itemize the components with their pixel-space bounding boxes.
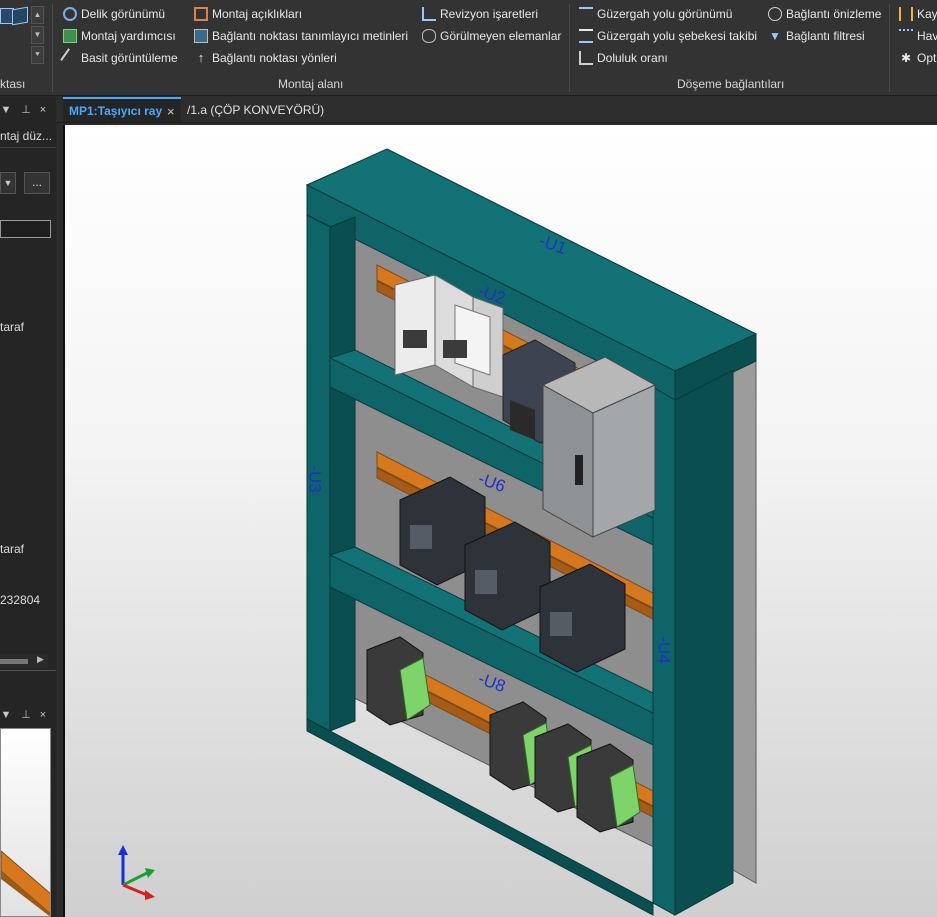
route-network-tracking-button[interactable]: Güzergah yolu şebekesi takibi [579,27,757,45]
axis-triad [118,845,155,900]
preview-menu-icon[interactable]: ▼ [0,709,12,721]
ribbon: ▲ ▼ ⯆ ktası Delik görünümü Montaj yardım… [0,0,937,96]
mounting-assistant-icon [63,29,77,43]
revision-marks-button[interactable]: Revizyon işaretleri [422,5,538,23]
connection-preview-button[interactable]: Bağlantı önizleme [768,5,881,23]
options-icon: ✱ [900,51,912,65]
panel-close-icon[interactable]: × [37,104,49,116]
connection-point-direction-button[interactable]: ↑ Bağlantı noktası yönleri [194,49,337,67]
panel-dropdown[interactable]: ▼ [0,172,16,194]
group-1-label: ktası [0,77,26,91]
label-u3: -U3 [305,465,325,493]
kay-icon [899,7,913,21]
connection-preview-icon [768,7,782,21]
connection-point-designation-icon [194,29,208,43]
group-5-label: Döşeme bağlantıları [677,77,785,91]
rail-preview-image [1,850,50,916]
preview-panel-header: ▼ ⊥ × [0,705,56,725]
mounting-openings-button[interactable]: Montaj açıklıkları [194,5,302,23]
panel-search-field[interactable] [0,220,51,238]
tab-conveyor-page[interactable]: /1.a (ÇÖP KONVEYÖRÜ) [187,97,324,122]
panel-row-number: 232804 [0,593,41,607]
panel-horizontal-scrollbar[interactable]: ▶ [0,654,48,668]
simple-display-button[interactable]: Basit görüntüleme [60,48,178,68]
route-view-icon [579,7,593,21]
preview-viewport[interactable] [0,728,51,917]
panel-row-side: taraf [0,320,25,334]
revision-marks-icon [422,7,436,21]
connection-point-designation-button[interactable]: Bağlantı noktası tanımlayıcı metinleri [194,27,408,45]
tab-mounting-panel-label: MP1:Taşıyıcı ray [69,103,163,118]
mounting-openings-icon [194,7,208,21]
ribbon-item-opt[interactable]: ✱ Opt [899,49,936,67]
preview-close-icon[interactable]: × [37,709,49,721]
panel-title: ntaj düz... [0,129,53,143]
label-u4: -U4 [654,636,674,664]
hole-view-button[interactable]: Delik görünümü [63,5,165,23]
pin-icon[interactable]: ⊥ [20,104,32,116]
hidden-elements-button[interactable]: Görülmeyen elemanlar [422,27,561,45]
cabinet-3d-model [118,148,758,916]
ribbon-item-kay[interactable]: Kay [899,5,937,23]
document-tab-bar: ▼ ⊥ × MP1:Taşıyıcı ray × /1.a (ÇÖP KONVE… [0,97,937,123]
power-supply [541,356,657,538]
simple-display-icon [60,48,80,68]
tab-conveyor-page-label: /1.a (ÇÖP KONVEYÖRÜ) [187,102,325,117]
panel-menu-icon[interactable]: ▼ [0,104,12,116]
expand-gallery-button[interactable]: ⯆ [31,46,44,64]
panel-row-side-2: taraf [0,542,25,556]
connection-filter-button[interactable]: ▼ Bağlantı filtresi [768,27,865,45]
tab-close-icon[interactable]: × [167,104,175,119]
eye-hidden-icon [422,29,436,43]
tab-mounting-panel[interactable]: MP1:Taşıyıcı ray × [63,97,181,122]
panel-browse-button[interactable]: ... [24,172,50,194]
scroll-down-button[interactable]: ▼ [31,26,44,44]
mounting-assistant-button[interactable]: Montaj yardımcısı [63,27,176,45]
route-network-icon [579,29,593,43]
filter-icon: ▼ [769,29,781,43]
view-cube-icon[interactable] [12,6,28,26]
hole-view-icon [63,7,77,21]
3d-viewport[interactable]: -U1 -U2 -U3 -U4 -U6 -U8 [63,125,937,917]
fill-rate-icon [579,51,593,65]
hav-icon [899,29,913,43]
group-4-label: Montaj alanı [278,77,344,91]
ribbon-item-hav[interactable]: Hav [899,27,937,45]
route-view-button[interactable]: Güzergah yolu görünümü [579,5,732,23]
left-panel-header: ▼ ⊥ × [0,97,56,123]
left-panel: ntaj düz... ▼ ... taraf taraf 232804 ▶ ▼… [0,123,56,917]
scroll-up-button[interactable]: ▲ [31,6,44,24]
arrow-up-icon: ↑ [197,50,205,65]
fill-rate-button[interactable]: Doluluk oranı [579,49,668,67]
preview-pin-icon[interactable]: ⊥ [20,709,32,721]
